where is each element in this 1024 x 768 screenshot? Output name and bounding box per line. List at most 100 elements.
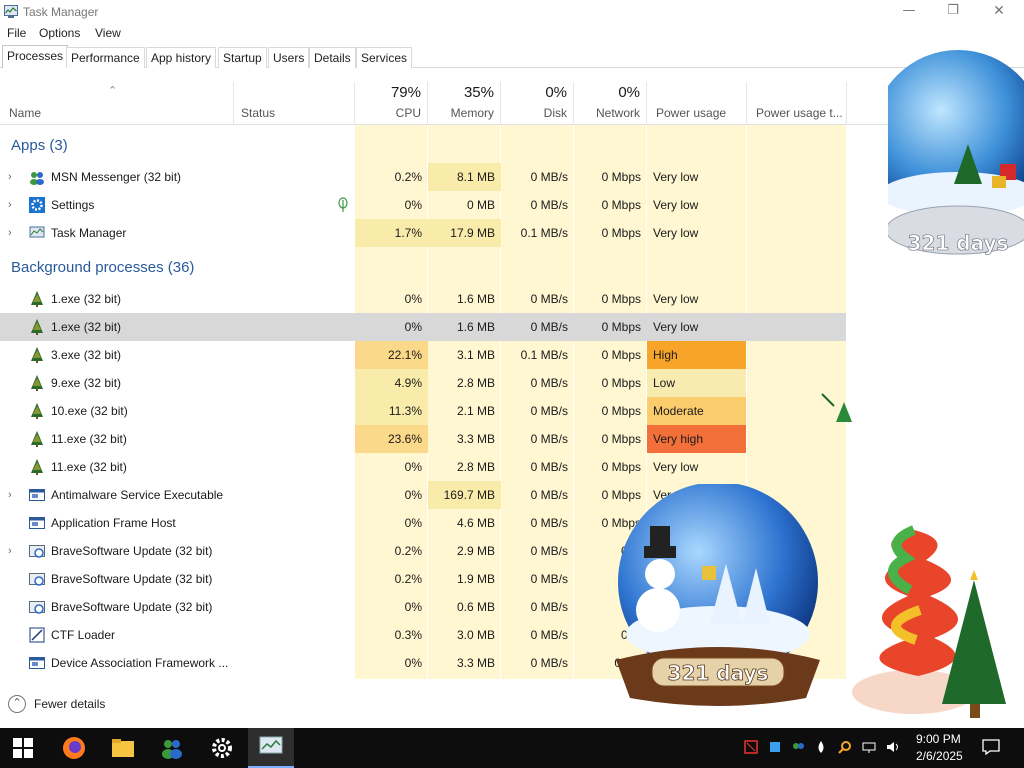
cursor-tree-icon — [821, 393, 852, 422]
header-disk[interactable]: 0% Disk — [501, 82, 574, 125]
header-status[interactable]: Status — [234, 82, 355, 125]
header-power-trend[interactable]: Power usage t... — [747, 82, 847, 125]
minimize-button[interactable]: — — [886, 0, 932, 24]
process-memory: 169.7 MB — [428, 481, 501, 509]
tree-icon — [31, 347, 43, 363]
process-memory: 2.1 MB — [456, 404, 495, 418]
expand-chevron-icon[interactable]: › — [8, 163, 12, 191]
header-power-label: Power usage — [656, 106, 727, 120]
process-memory: 3.3 MB — [456, 656, 495, 670]
menu-file[interactable]: File — [7, 26, 26, 40]
process-cpu: 0.2% — [394, 170, 422, 184]
section-background-title: Background processes (36) — [11, 259, 195, 276]
tab-users[interactable]: Users — [268, 47, 310, 68]
header-network[interactable]: 0% Network — [574, 82, 647, 125]
header-memory[interactable]: 35% Memory — [428, 82, 501, 125]
windows-start-icon[interactable] — [13, 738, 33, 758]
process-disk: 0 MB/s — [530, 170, 568, 184]
tray-network-icon[interactable] — [862, 740, 876, 754]
process-network: 0 Mbps — [601, 292, 641, 306]
file-explorer-icon[interactable] — [111, 736, 135, 760]
process-row[interactable]: 1.exe (32 bit) 0% 1.6 MB 0 MB/s 0 Mbps Very l… — [0, 285, 846, 313]
process-power: Low — [647, 369, 746, 397]
process-power: Very low — [653, 226, 699, 240]
process-name: 11.exe (32 bit) — [51, 432, 127, 446]
process-row[interactable]: 3.exe (32 bit) 22.1% 3.1 MB 0.1 MB/s 0 Mbps H… — [0, 341, 846, 369]
settings-gear-icon[interactable] — [210, 736, 234, 760]
tree-icon — [31, 431, 43, 447]
tray-drop-icon[interactable] — [814, 740, 828, 754]
tray-volume-icon[interactable] — [886, 740, 900, 754]
close-button[interactable]: ✕ — [976, 0, 1022, 24]
process-network: 0 Mbps — [601, 460, 641, 474]
process-row[interactable]: 1.exe (32 bit) 0% 1.6 MB 0 MB/s 0 Mbps Very l… — [0, 313, 846, 341]
service-icon — [29, 517, 45, 529]
taskbar: 9:00 PM 2/6/2025 — [0, 728, 1024, 768]
process-network: 0 Mbps — [601, 432, 641, 446]
process-name: BraveSoftware Update (32 bit) — [51, 572, 213, 586]
process-row[interactable]: › MSN Messenger (32 bit) 0.2% 8.1 MB 0 MB/s 0… — [0, 163, 846, 191]
process-disk: 0 MB/s — [530, 404, 568, 418]
process-row[interactable]: 10.exe (32 bit) 11.3% 2.1 MB 0 MB/s 0 Mbps Mo… — [0, 397, 846, 425]
process-cpu: 0% — [404, 320, 422, 334]
tray-security-icon[interactable] — [744, 740, 758, 754]
firefox-icon[interactable] — [62, 736, 86, 760]
process-row[interactable]: 11.exe (32 bit) 23.6% 3.3 MB 0 MB/s 0 Mbps Ve… — [0, 425, 846, 453]
process-cpu: 22.1% — [355, 341, 428, 369]
process-cpu: 0.2% — [394, 572, 422, 586]
taskmanager-taskbar-icon — [259, 736, 283, 754]
notification-icon[interactable] — [982, 739, 1000, 755]
header-name[interactable]: Name — [0, 82, 234, 125]
expand-chevron-icon[interactable]: › — [8, 537, 12, 565]
process-disk: 0 MB/s — [530, 376, 568, 390]
tab-performance[interactable]: Performance — [66, 47, 145, 68]
process-name: Antimalware Service Executable — [51, 488, 224, 502]
chevron-up-icon[interactable]: ⌃ — [8, 695, 26, 713]
tray-app-icon[interactable] — [768, 740, 782, 754]
process-cpu: 0% — [404, 656, 422, 670]
fewer-details-button[interactable]: Fewer details — [34, 697, 105, 711]
process-cpu: 1.7% — [355, 219, 428, 247]
globe-top-days-text: 321 days — [908, 231, 1009, 255]
service-icon — [29, 489, 45, 501]
process-row[interactable]: › Task Manager 1.7% 17.9 MB 0.1 MB/s 0 Mbps Ve… — [0, 219, 846, 247]
process-memory: 3.1 MB — [456, 348, 495, 362]
menu-bar: File Options View — [0, 24, 1024, 42]
tab-app-history[interactable]: App history — [146, 47, 217, 68]
expand-chevron-icon[interactable]: › — [8, 219, 12, 247]
header-power[interactable]: Power usage — [647, 82, 747, 125]
expand-chevron-icon[interactable]: › — [8, 191, 12, 219]
process-memory: 1.6 MB — [456, 292, 495, 306]
process-row[interactable]: 9.exe (32 bit) 4.9% 2.8 MB 0 MB/s 0 Mbps Low — [0, 369, 846, 397]
tray-messenger-icon[interactable] — [791, 740, 805, 754]
process-row[interactable]: 11.exe (32 bit) 0% 2.8 MB 0 MB/s 0 Mbps Very … — [0, 453, 846, 481]
clock-time[interactable]: 9:00 PM — [916, 732, 961, 746]
ctf-icon — [29, 627, 45, 643]
expand-chevron-icon[interactable]: › — [8, 481, 12, 509]
header-power-trend-label: Power usage t... — [756, 106, 843, 120]
process-name: 10.exe (32 bit) — [51, 404, 128, 418]
msn-messenger-icon[interactable] — [160, 736, 184, 760]
process-row[interactable]: › Settings 0% 0 MB 0 MB/s 0 Mbps Very low — [0, 191, 846, 219]
taskbar-active-taskmanager[interactable] — [248, 728, 294, 768]
update-icon — [29, 573, 45, 586]
menu-options[interactable]: Options — [39, 26, 80, 40]
tree-icon — [31, 403, 43, 419]
process-disk: 0 MB/s — [530, 572, 568, 586]
tab-startup[interactable]: Startup — [218, 47, 267, 68]
process-memory: 3.3 MB — [456, 432, 495, 446]
process-name: BraveSoftware Update (32 bit) — [51, 544, 213, 558]
process-network: 0 Mbps — [601, 348, 641, 362]
process-network: 0 Mbps — [601, 170, 641, 184]
process-network: 0 Mbps — [601, 226, 641, 240]
tab-details[interactable]: Details — [309, 47, 356, 68]
clock-date[interactable]: 2/6/2025 — [916, 749, 963, 763]
tree-icon — [31, 319, 43, 335]
tab-processes[interactable]: Processes — [2, 45, 69, 68]
tray-search-icon[interactable] — [838, 740, 852, 754]
header-cpu[interactable]: 79% CPU — [355, 82, 428, 125]
tab-services[interactable]: Services — [356, 47, 413, 68]
menu-view[interactable]: View — [95, 26, 121, 40]
restore-button[interactable]: ❐ — [930, 0, 976, 24]
process-disk: 0 MB/s — [530, 460, 568, 474]
